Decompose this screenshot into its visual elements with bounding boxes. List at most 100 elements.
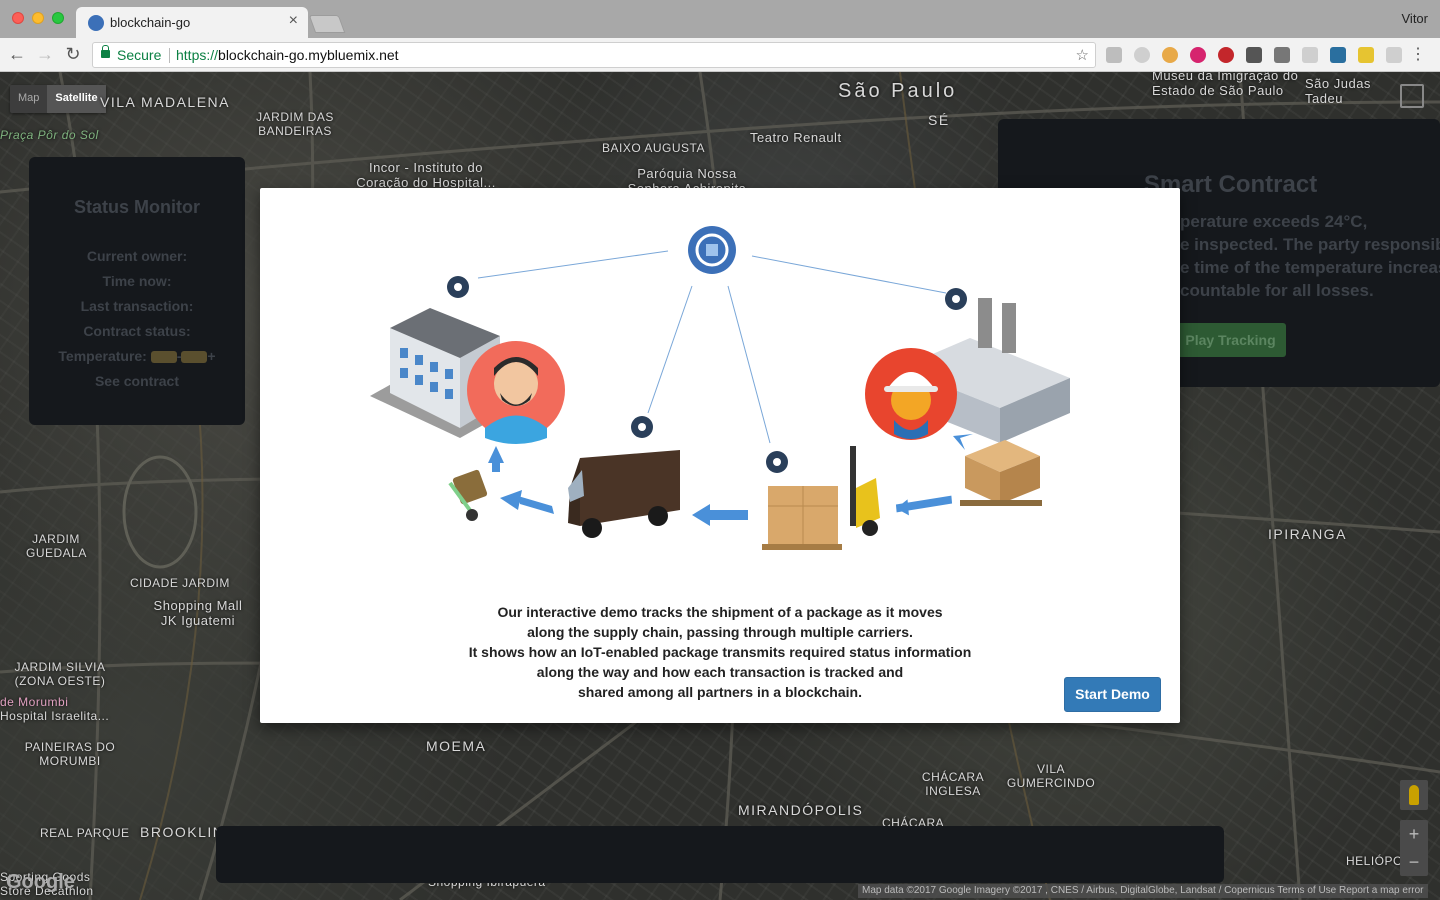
street-view-pegman-icon[interactable]: [1400, 780, 1428, 810]
map-label: São Judas Tadeu: [1305, 76, 1371, 106]
arrow-icon: [488, 446, 504, 463]
url-text[interactable]: https://blockchain-go.mybluemix.net: [176, 47, 399, 63]
description-line: along the supply chain, passing through …: [527, 624, 913, 640]
tab-title: blockchain-go: [110, 15, 191, 30]
map-label: JARDIM GUEDALA: [26, 532, 87, 560]
extension-icon[interactable]: [1190, 47, 1206, 63]
close-window-button[interactable]: [12, 12, 24, 24]
arrow-icon: [953, 434, 973, 450]
map-label: Teatro Renault: [750, 130, 842, 145]
arrow-icon: [492, 462, 500, 472]
reload-icon[interactable]: ↻: [62, 44, 84, 65]
address-bar[interactable]: Secure https://blockchain-go.mybluemix.n…: [92, 42, 1096, 68]
status-monitor-title: Status Monitor: [74, 197, 200, 217]
highlighter-icon[interactable]: [1358, 47, 1374, 63]
arrow-icon: [518, 496, 554, 514]
vue-devtools-icon[interactable]: [1330, 47, 1346, 63]
map-label: VILA MADALENA: [100, 94, 230, 110]
status-monitor-panel: Status Monitor Current owner: Time now: …: [29, 157, 245, 425]
iot-node-icon: [631, 416, 653, 438]
zoom-in-button[interactable]: +: [1400, 820, 1428, 848]
new-tab-button[interactable]: [308, 15, 346, 33]
map-label: Incor - Instituto do Coração do Hospital…: [356, 160, 496, 190]
map-type-toggle: Map Satellite: [10, 85, 106, 113]
google-logo: Google: [6, 871, 75, 893]
arrow-icon: [500, 490, 522, 510]
cookie-extension-icon[interactable]: [1162, 47, 1178, 63]
map-type-map[interactable]: Map: [10, 85, 47, 113]
maximize-window-button[interactable]: [52, 12, 64, 24]
delivery-van-icon: [568, 450, 680, 538]
temperature-label: Temperature:: [58, 348, 147, 364]
worker-avatar-icon: [865, 348, 957, 440]
current-owner-label: Current owner:: [86, 248, 188, 264]
browser-tab[interactable]: blockchain-go ×: [76, 7, 308, 38]
extension-icon[interactable]: [1134, 47, 1150, 63]
map-label: BAIXO AUGUSTA: [602, 141, 705, 155]
intro-modal: Our interactive demo tracks the shipment…: [260, 188, 1180, 723]
iot-node-icon: [766, 451, 788, 473]
browser-menu-icon[interactable]: ⋮: [1410, 44, 1426, 64]
map-label: JARDIM SILVIA (ZONA OESTE): [14, 660, 106, 688]
map-label: PAINEIRAS DO MORUMBI: [24, 740, 116, 768]
temperature-plus: +: [207, 348, 216, 364]
map-label: VILA GUMERCINDO: [1006, 762, 1096, 790]
temperature-min-chip: [150, 351, 177, 364]
blockchain-favicon-icon: [88, 15, 104, 31]
map-type-satellite[interactable]: Satellite: [47, 85, 106, 113]
evernote-icon[interactable]: [1246, 47, 1262, 63]
url-scheme: https://: [176, 47, 219, 63]
map-label: São Paulo: [838, 80, 958, 102]
browser-toolbar: ← → ↻ Secure https://blockchain-go.myblu…: [0, 38, 1440, 72]
puzzle-icon[interactable]: [1386, 47, 1402, 63]
contract-text-line: e inspected. The party responsible: [1180, 235, 1440, 254]
map-label: IPIRANGA: [1268, 526, 1347, 542]
supply-chain-illustration: [370, 226, 1070, 550]
description-line: shared among all partners in a blockchai…: [578, 684, 862, 700]
start-demo-button[interactable]: Start Demo: [1064, 677, 1161, 712]
zoom-out-button[interactable]: −: [1400, 848, 1428, 876]
extension-icon[interactable]: [1302, 47, 1318, 63]
minimize-window-button[interactable]: [32, 12, 44, 24]
cast-icon[interactable]: [1274, 47, 1290, 63]
bottom-panel: [216, 826, 1224, 883]
bookmark-star-icon[interactable]: ☆: [1076, 46, 1089, 64]
contract-text-line: e time of the temperature increase: [1180, 258, 1440, 277]
profile-name[interactable]: Vitor: [1402, 11, 1429, 26]
map-label: CIDADE JARDIM: [130, 576, 230, 590]
flow-arrows: [488, 434, 973, 526]
tab-close-icon[interactable]: ×: [289, 12, 298, 30]
map-label: MIRANDÓPOLIS: [738, 802, 864, 818]
map-attribution[interactable]: Map data ©2017 Google Imagery ©2017 , CN…: [858, 884, 1428, 898]
map-label: Hospital Israelita...: [0, 709, 110, 723]
adblock-icon[interactable]: [1218, 47, 1234, 63]
contract-text-line: countable for all losses.: [1180, 281, 1374, 300]
temperature-max-chip: [181, 351, 208, 364]
hand-truck-icon: [448, 469, 488, 521]
play-tracking-button[interactable]: Play Tracking: [1175, 323, 1286, 357]
map-label: BROOKLIN: [140, 824, 225, 840]
see-contract-link[interactable]: See contract: [29, 373, 245, 389]
secure-label: Secure: [117, 47, 162, 63]
contract-text-line: perature exceeds 24°C,: [1180, 212, 1368, 231]
browser-tab-bar: blockchain-go × Vitor: [0, 0, 1440, 38]
description-line: along the way and how each transaction i…: [536, 664, 904, 680]
last-transaction-label: Last transaction:: [80, 298, 194, 314]
map-label: REAL PARQUE: [40, 826, 130, 840]
blockchain-hub-icon: [688, 226, 736, 274]
iot-node-icon: [447, 276, 469, 298]
zoom-control: + −: [1400, 820, 1428, 876]
forward-arrow-icon[interactable]: →: [34, 44, 56, 65]
extension-icon[interactable]: [1106, 47, 1122, 63]
pallet-boxes-icon: [960, 440, 1042, 506]
lock-icon: [101, 45, 110, 58]
time-now-label: Time now:: [102, 273, 172, 289]
contract-status-label: Contract status:: [83, 323, 191, 339]
demo-description: Our interactive demo tracks the shipment…: [260, 602, 1180, 702]
map-label: MOEMA: [426, 738, 487, 754]
address-separator: [169, 48, 170, 63]
map-label: SÉ: [928, 112, 950, 128]
fullscreen-icon[interactable]: [1400, 84, 1424, 108]
back-arrow-icon[interactable]: ←: [6, 44, 28, 65]
map-label: JARDIM DAS BANDEIRAS: [256, 110, 334, 138]
